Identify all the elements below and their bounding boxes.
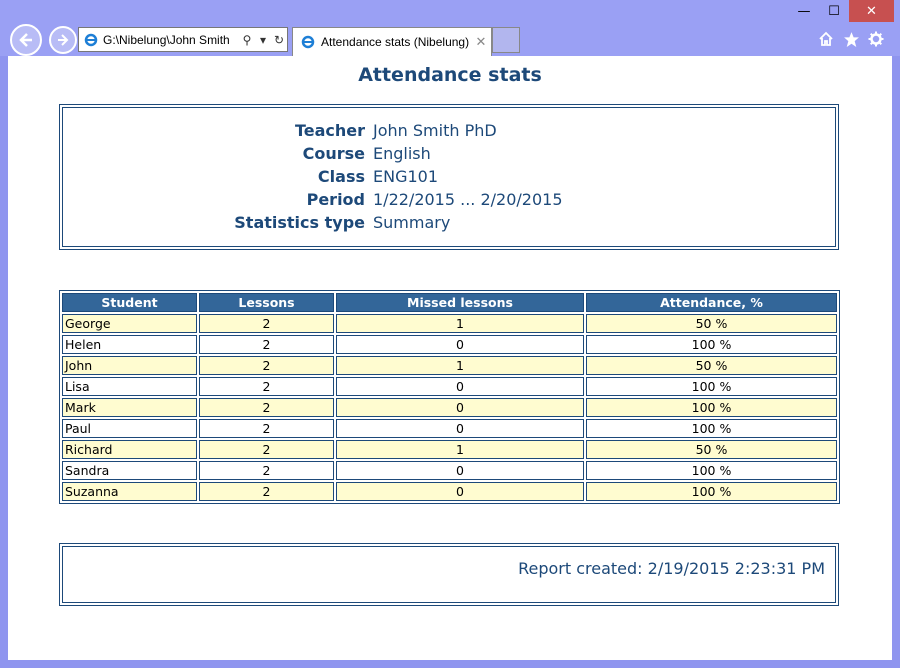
cell-attendance: 100 % [586,398,837,417]
report-created-text: Report created: 2/19/2015 2:23:31 PM [518,559,825,578]
page-content: Attendance stats Teacher John Smith PhD … [8,56,892,660]
info-value: 1/22/2015 ... 2/20/2015 [373,190,563,209]
tab-attendance-stats[interactable]: Attendance stats (Nibelung) ✕ [292,27,492,56]
tab-title: Attendance stats (Nibelung) [321,35,470,49]
cell-student: George [62,314,197,333]
info-row-statistics-type: Statistics type Summary [63,213,835,236]
address-bar[interactable]: G:\Nibelung\John Smith ⚲ ▾ ↻ [78,27,288,52]
cell-student: Sandra [62,461,197,480]
info-label: Teacher [294,121,365,140]
cell-attendance: 100 % [586,482,837,501]
cell-missed: 0 [336,419,584,438]
info-value: ENG101 [373,167,439,186]
new-tab-button[interactable] [492,27,520,53]
address-text[interactable]: G:\Nibelung\John Smith [103,33,239,47]
cell-lessons: 2 [199,482,334,501]
column-header-lessons: Lessons [199,293,334,312]
table-header-row: Student Lessons Missed lessons Attendanc… [62,293,837,312]
info-label: Course [302,144,365,163]
forward-icon [58,34,69,46]
cell-student: John [62,356,197,375]
column-header-attendance: Attendance, % [586,293,837,312]
back-button[interactable] [10,24,42,56]
footer-panel: Report created: 2/19/2015 2:23:31 PM [59,543,839,606]
table-row: Paul 2 0 100 % [62,419,837,438]
table-row: John 2 1 50 % [62,356,837,375]
info-label: Statistics type [234,213,365,232]
info-row-course: Course English [63,144,835,167]
cell-student: Lisa [62,377,197,396]
cell-lessons: 2 [199,314,334,333]
attendance-table: Student Lessons Missed lessons Attendanc… [59,290,840,504]
search-icon[interactable]: ⚲ [239,33,255,47]
cell-attendance: 50 % [586,314,837,333]
table-row: Lisa 2 0 100 % [62,377,837,396]
ie-icon [301,35,315,49]
maximize-button[interactable]: ☐ [820,0,848,22]
cell-missed: 0 [336,398,584,417]
info-panel: Teacher John Smith PhD Course English Cl… [59,104,839,250]
cell-missed: 0 [336,461,584,480]
forward-button[interactable] [49,26,77,54]
gear-icon[interactable] [865,28,887,50]
browser-chrome: — ☐ ✕ G:\Nibelung\John Smith ⚲ ▾ ↻ Atten… [0,0,900,56]
minimize-button[interactable]: — [790,0,818,22]
home-icon[interactable] [815,28,837,50]
cell-student: Mark [62,398,197,417]
info-value: John Smith PhD [373,121,497,140]
table-row: Sandra 2 0 100 % [62,461,837,480]
cell-lessons: 2 [199,419,334,438]
cell-lessons: 2 [199,335,334,354]
page-title: Attendance stats [358,64,542,86]
cell-attendance: 100 % [586,377,837,396]
close-tab-icon[interactable]: ✕ [471,34,491,50]
cell-lessons: 2 [199,440,334,459]
cell-attendance: 100 % [586,335,837,354]
column-header-missed-lessons: Missed lessons [336,293,584,312]
info-row-teacher: Teacher John Smith PhD [63,121,835,144]
cell-missed: 0 [336,377,584,396]
cell-missed: 0 [336,335,584,354]
info-label: Period [306,190,365,209]
table-row: Mark 2 0 100 % [62,398,837,417]
table-row: Richard 2 1 50 % [62,440,837,459]
cell-lessons: 2 [199,461,334,480]
cell-student: Richard [62,440,197,459]
cell-lessons: 2 [199,356,334,375]
cell-missed: 0 [336,482,584,501]
cell-attendance: 50 % [586,440,837,459]
cell-missed: 1 [336,314,584,333]
info-row-period: Period 1/22/2015 ... 2/20/2015 [63,190,835,213]
info-value: English [373,144,431,163]
cell-lessons: 2 [199,377,334,396]
refresh-icon[interactable]: ↻ [271,33,287,47]
column-header-student: Student [62,293,197,312]
ie-icon [84,33,98,46]
info-row-class: Class ENG101 [63,167,835,190]
cell-attendance: 50 % [586,356,837,375]
info-value: Summary [373,213,451,232]
star-icon[interactable] [840,28,862,50]
info-label: Class [317,167,365,186]
back-icon [19,33,32,47]
cell-student: Suzanna [62,482,197,501]
table-row: Suzanna 2 0 100 % [62,482,837,501]
table-row: Helen 2 0 100 % [62,335,837,354]
close-window-button[interactable]: ✕ [849,0,894,22]
dropdown-icon[interactable]: ▾ [255,33,271,47]
cell-attendance: 100 % [586,419,837,438]
cell-attendance: 100 % [586,461,837,480]
cell-missed: 1 [336,356,584,375]
cell-student: Helen [62,335,197,354]
cell-lessons: 2 [199,398,334,417]
cell-student: Paul [62,419,197,438]
cell-missed: 1 [336,440,584,459]
table-row: George 2 1 50 % [62,314,837,333]
